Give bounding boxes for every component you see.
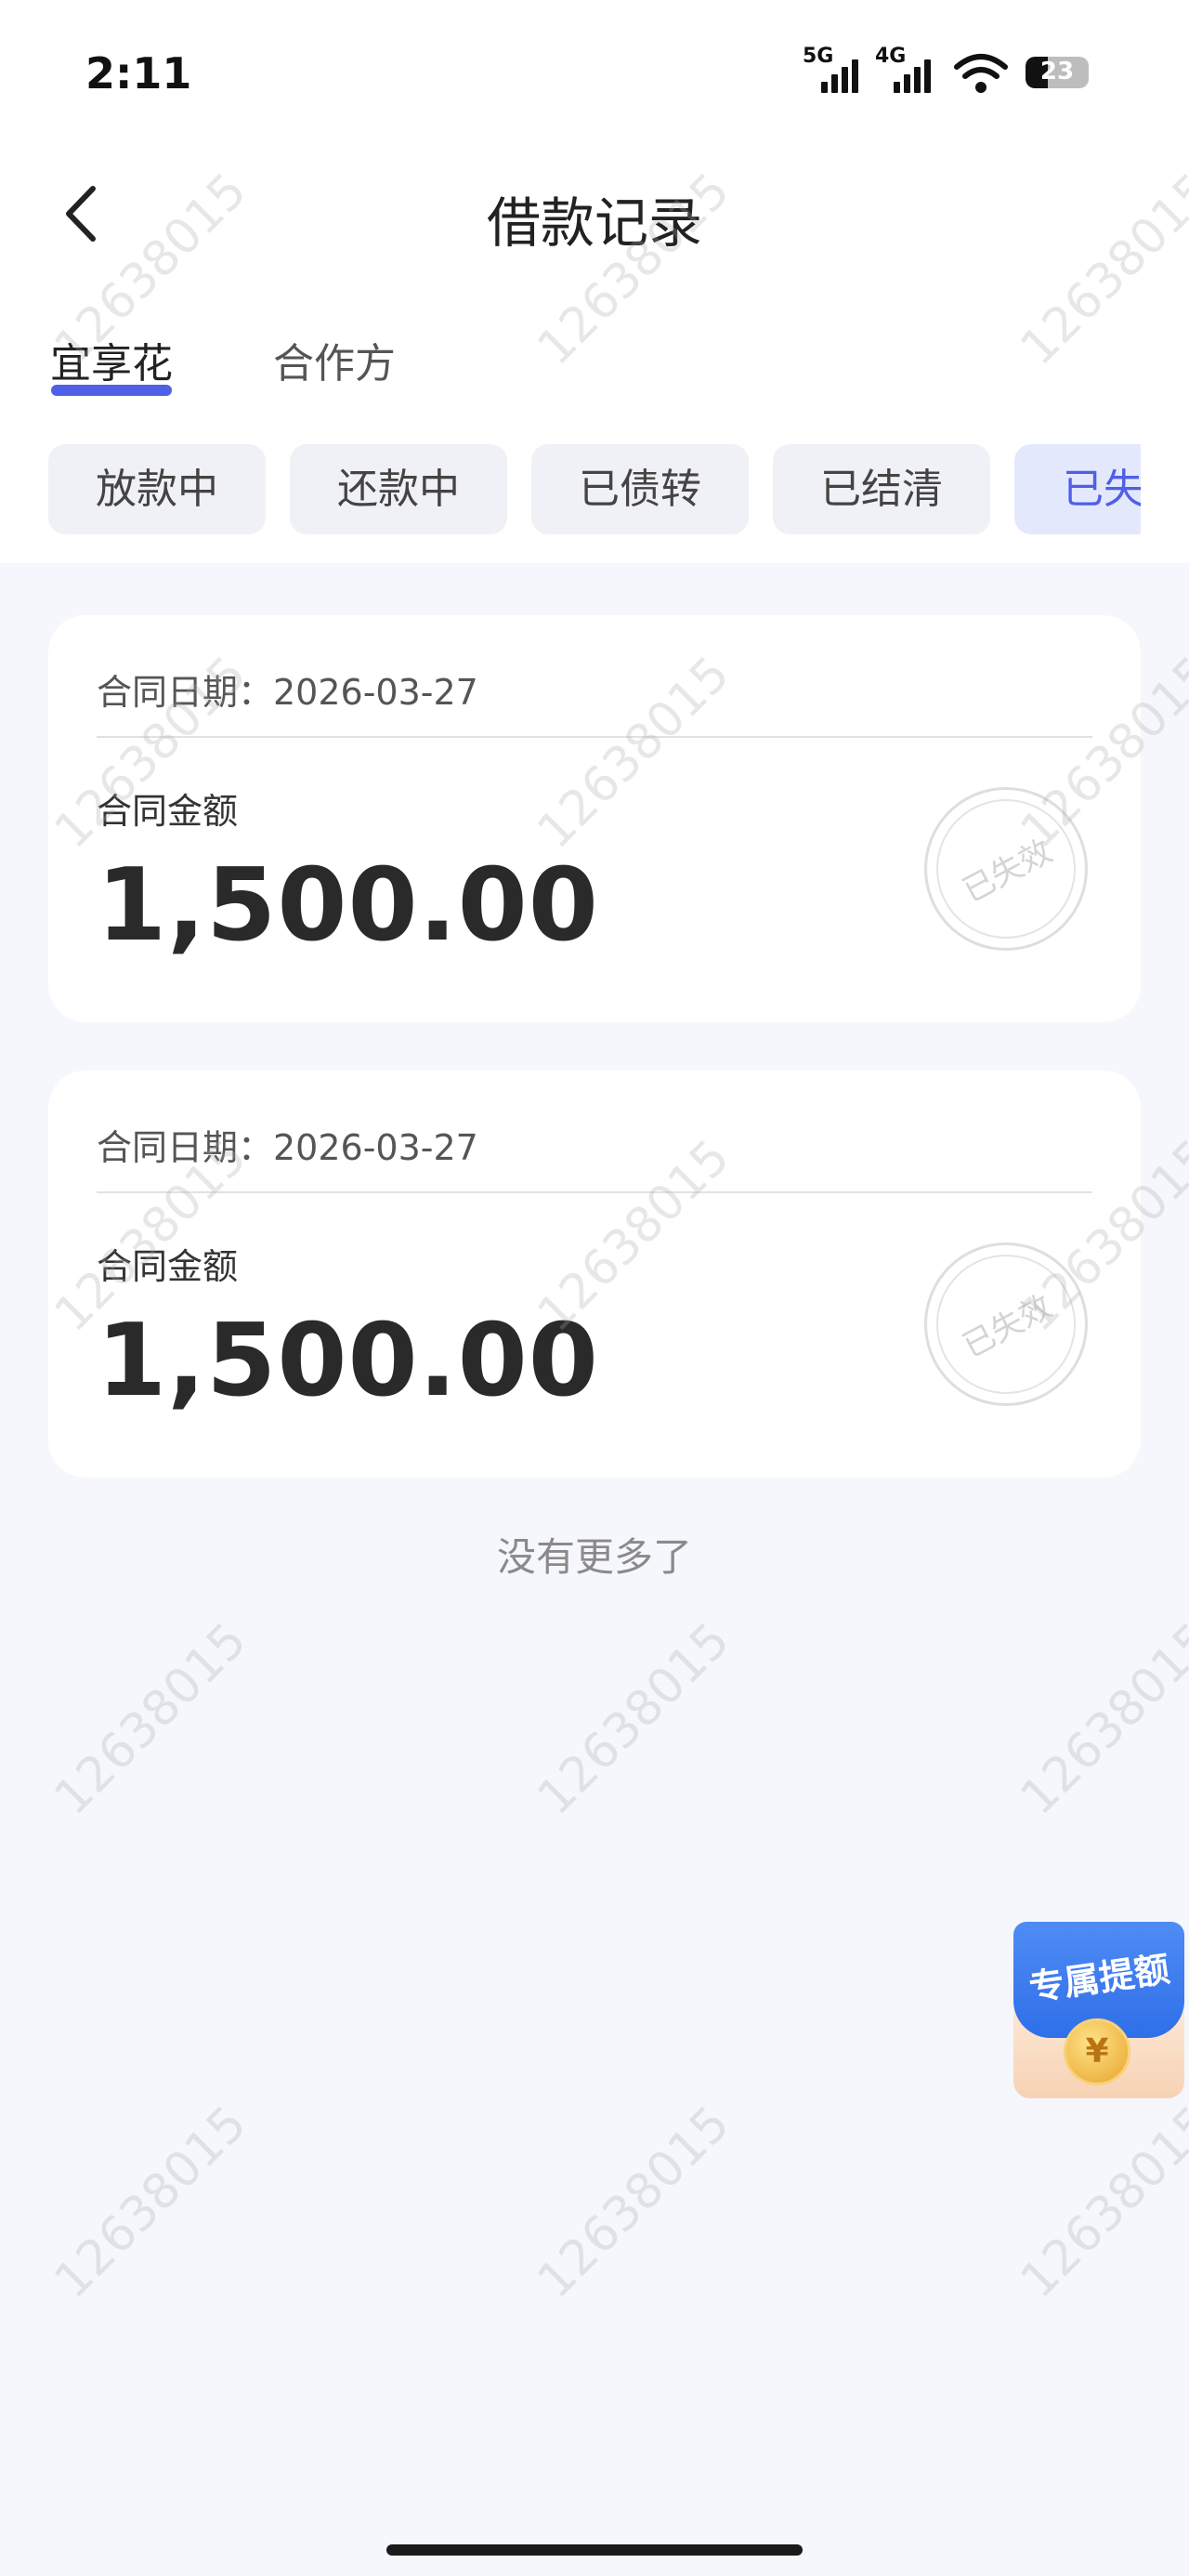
watermark-text: 12638015 <box>1010 1612 1189 1826</box>
divider <box>97 1191 1092 1193</box>
cellular-4g-icon: 4G <box>875 45 959 99</box>
home-indicator[interactable] <box>386 2544 803 2556</box>
contract-amount: 1,500.00 <box>97 848 599 964</box>
expired-stamp: 已失效 <box>924 787 1088 951</box>
divider <box>97 736 1092 738</box>
contract-date: 合同日期：2026-03-27 <box>97 1127 478 1168</box>
expired-stamp: 已失效 <box>924 1242 1088 1406</box>
watermark-text: 12638015 <box>527 2096 741 2309</box>
cellular-5g-icon: 5G <box>803 45 886 99</box>
watermark-text: 12638015 <box>1010 2096 1189 2309</box>
status-bar: 2:11 5G 4G 23 <box>0 0 1189 139</box>
contract-amount-label: 合同金额 <box>97 1246 239 1287</box>
page-title: 借款记录 <box>486 191 702 255</box>
tab-yixianghua[interactable]: 宜享花 <box>50 330 173 389</box>
coin-icon: ¥ <box>1064 2018 1130 2085</box>
contract-amount: 1,500.00 <box>97 1303 599 1419</box>
tab-partner[interactable]: 合作方 <box>273 330 396 389</box>
filter-settled[interactable]: 已结清 <box>773 444 990 534</box>
loan-record-card[interactable]: 合同日期：2026-03-27 合同金额 1,500.00 已失效 <box>48 1071 1141 1478</box>
watermark-text: 12638015 <box>44 1612 258 1826</box>
status-time: 2:11 <box>85 48 192 99</box>
status-icons: 5G 4G 23 <box>803 45 1100 99</box>
battery-icon: 23 <box>1026 57 1089 88</box>
wifi-icon <box>954 54 1008 93</box>
filter-repaying[interactable]: 还款中 <box>290 444 507 534</box>
exclusive-limit-promo-button[interactable]: 专属提额 ¥ <box>1008 1916 1184 2102</box>
loan-record-card[interactable]: 合同日期：2026-03-27 合同金额 1,500.00 已失效 <box>48 615 1141 1022</box>
watermark-text: 12638015 <box>527 1612 741 1826</box>
watermark-text: 12638015 <box>44 2096 258 2309</box>
filter-expired[interactable]: 已失 <box>1014 444 1141 534</box>
filter-transferred[interactable]: 已债转 <box>531 444 749 534</box>
status-filter-bar[interactable]: 放款中 还款中 已债转 已结清 已失 <box>0 444 1141 534</box>
contract-amount-label: 合同金额 <box>97 791 239 832</box>
list-end-text: 没有更多了 <box>496 1534 692 1580</box>
filter-lending[interactable]: 放款中 <box>48 444 266 534</box>
contract-date: 合同日期：2026-03-27 <box>97 672 478 713</box>
active-tab-indicator <box>51 385 172 396</box>
